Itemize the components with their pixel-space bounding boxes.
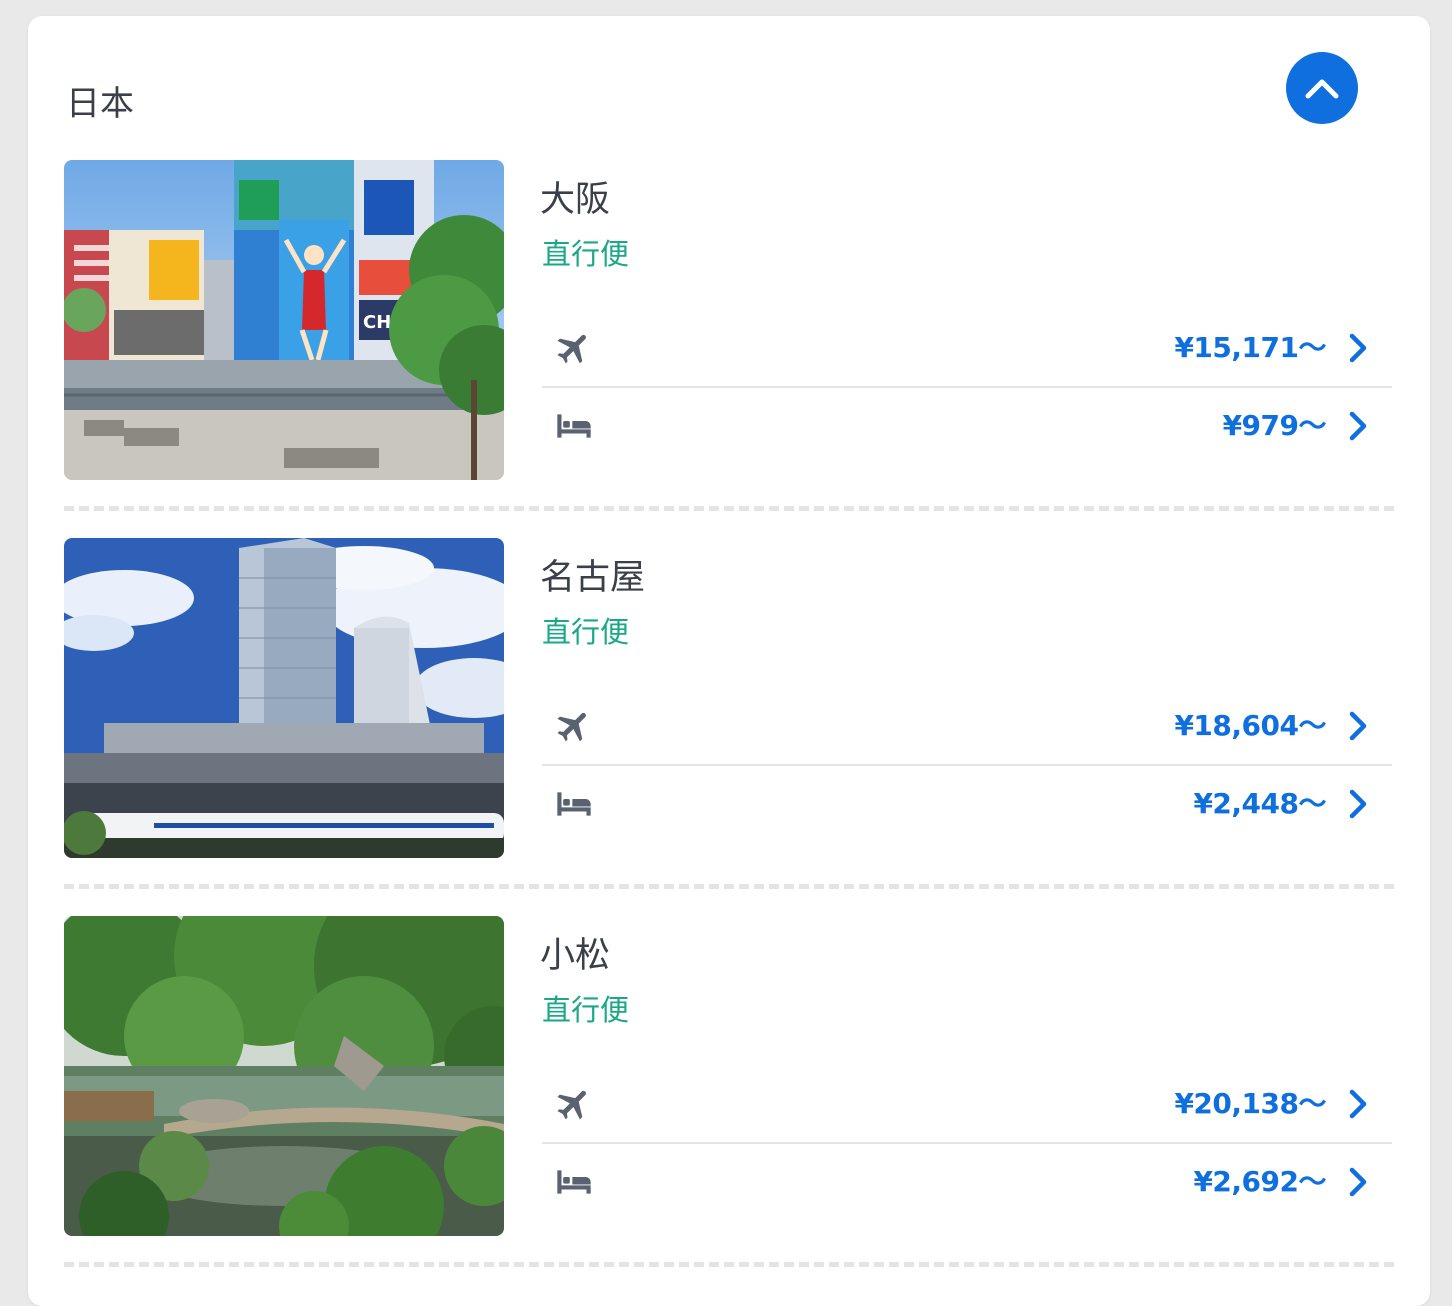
hotel-price: ¥979～ xyxy=(1222,409,1327,442)
chevron-right-icon xyxy=(1349,1167,1367,1197)
hotel-price-row[interactable]: ¥2,448～ xyxy=(542,766,1392,842)
dashed-divider xyxy=(64,506,1394,511)
hotel-price: ¥2,448～ xyxy=(1193,787,1326,820)
bed-icon xyxy=(557,414,591,438)
direct-flight-tag: 直行便 xyxy=(542,615,630,649)
dashed-divider xyxy=(64,884,1394,889)
destination-item: 小松 直行便 ¥20,138～ ¥2,692～ xyxy=(64,916,1394,1236)
hotel-price: ¥2,692～ xyxy=(1193,1165,1326,1198)
flight-price-row[interactable]: ¥15,171～ xyxy=(542,310,1392,388)
flight-price: ¥20,138～ xyxy=(1174,1087,1326,1120)
hotel-price-row[interactable]: ¥979～ xyxy=(542,388,1392,464)
collapse-button[interactable] xyxy=(1286,52,1358,124)
destination-name: 名古屋 xyxy=(540,558,646,598)
destinations-card: 日本 大阪 直行便 ¥15,171～ ¥979～ 名古屋 直行便 ¥18,604… xyxy=(28,16,1430,1306)
chevron-right-icon xyxy=(1349,711,1367,741)
airplane-icon xyxy=(557,334,586,364)
flight-price: ¥15,171～ xyxy=(1174,331,1326,364)
flight-price-row[interactable]: ¥20,138～ xyxy=(542,1066,1392,1144)
chevron-right-icon xyxy=(1349,1089,1367,1119)
flight-price: ¥18,604～ xyxy=(1174,709,1326,742)
airplane-icon xyxy=(557,712,586,742)
dashed-divider xyxy=(64,1262,1394,1267)
chevron-up-icon xyxy=(1305,79,1339,99)
region-title: 日本 xyxy=(66,84,134,124)
destination-name: 小松 xyxy=(540,936,611,976)
kenrokuen-garden-photo[interactable] xyxy=(64,916,504,1236)
bed-icon xyxy=(557,1170,591,1194)
airplane-icon xyxy=(557,1090,586,1120)
flight-price-row[interactable]: ¥18,604～ xyxy=(542,688,1392,766)
card-header: 日本 xyxy=(28,16,1430,160)
chevron-right-icon xyxy=(1349,411,1367,441)
chevron-right-icon xyxy=(1349,789,1367,819)
direct-flight-tag: 直行便 xyxy=(542,993,630,1027)
osaka-dotonbori-photo[interactable]: CHINTA xyxy=(64,160,504,480)
bed-icon xyxy=(557,792,591,816)
chevron-right-icon xyxy=(1349,333,1367,363)
destination-item: CHINTA 大阪 直行便 ¥15,171～ xyxy=(64,160,1394,480)
nagoya-towers-photo[interactable] xyxy=(64,538,504,858)
direct-flight-tag: 直行便 xyxy=(542,237,630,271)
hotel-price-row[interactable]: ¥2,692～ xyxy=(542,1144,1392,1220)
destination-item: 名古屋 直行便 ¥18,604～ ¥2,448～ xyxy=(64,538,1394,858)
destination-name: 大阪 xyxy=(540,180,611,220)
